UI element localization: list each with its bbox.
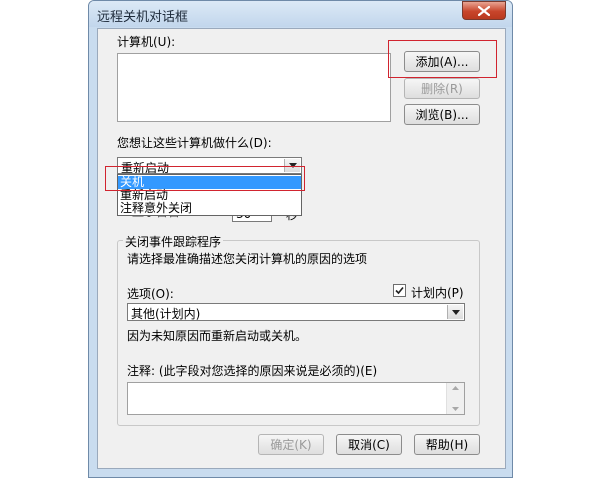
chevron-down-icon[interactable]	[447, 305, 463, 319]
close-icon	[478, 5, 490, 16]
planned-label[interactable]: 计划内(P)	[411, 284, 464, 301]
annotation-box-add	[388, 40, 497, 78]
option-label: 选项(O):	[127, 287, 174, 301]
comment-textarea[interactable]	[127, 382, 465, 415]
dropdown-option-annotate[interactable]: 注释意外关闭	[118, 202, 301, 215]
help-button[interactable]: 帮助(H)	[414, 434, 480, 455]
computer-list[interactable]	[117, 53, 391, 122]
reason-select-value: 其他(计划内)	[131, 307, 201, 321]
annotation-box-shutdown	[105, 166, 305, 191]
reason-select[interactable]: 其他(计划内)	[127, 303, 465, 321]
remove-button[interactable]: 删除(R)	[404, 78, 480, 99]
ok-button[interactable]: 确定(K)	[258, 434, 324, 455]
close-button[interactable]	[462, 1, 506, 20]
comment-scrollbar[interactable]	[446, 383, 464, 414]
checkmark-icon	[395, 286, 404, 295]
action-label: 您想让这些计算机做什么(D):	[117, 136, 272, 150]
cancel-button[interactable]: 取消(C)	[336, 434, 402, 455]
reason-description: 因为未知原因而重新启动或关机。	[127, 329, 308, 343]
window-title: 远程关机对话框	[97, 10, 189, 25]
comment-label: 注释: (此字段对您选择的原因来说是必须的)(E)	[127, 364, 378, 378]
planned-checkbox[interactable]	[393, 284, 406, 297]
event-tracker-title: 关闭事件跟踪程序	[123, 233, 224, 250]
scroll-up-icon[interactable]	[452, 386, 459, 390]
scroll-down-icon[interactable]	[452, 407, 459, 411]
computers-label: 计算机(U):	[117, 35, 176, 49]
tracker-instruction: 请选择最准确描述您关闭计算机的原因的选项	[127, 252, 368, 266]
browse-button[interactable]: 浏览(B)...	[404, 104, 480, 125]
